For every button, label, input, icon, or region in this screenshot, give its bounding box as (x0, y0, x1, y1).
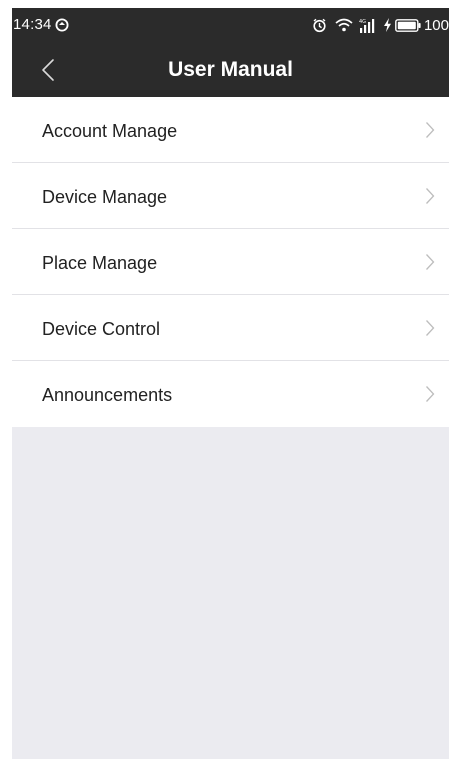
battery-percent: 100 (423, 16, 449, 34)
menu-item-label: Announcements (42, 385, 173, 405)
charging-icon (383, 18, 392, 32)
alarm-icon (312, 18, 327, 33)
manual-menu-list: Account Manage Device Manage Place Manag… (12, 97, 449, 427)
chevron-right-icon (426, 122, 435, 138)
battery-icon (395, 18, 421, 32)
app-screen: 14:34 4G 100 User Manual Account Manage … (12, 8, 449, 759)
menu-item-device-control[interactable]: Device Control (12, 295, 449, 361)
menu-item-announcements[interactable]: Announcements (12, 361, 449, 427)
page-title: User Manual (168, 58, 293, 81)
chevron-right-icon (426, 386, 435, 402)
menu-item-place-manage[interactable]: Place Manage (12, 229, 449, 295)
menu-item-label: Device Control (42, 319, 161, 339)
menu-item-label: Place Manage (42, 253, 158, 273)
menu-item-label: Account Manage (42, 121, 178, 141)
status-icons: 4G 100 (312, 16, 449, 34)
menu-item-device-manage[interactable]: Device Manage (12, 163, 449, 229)
chevron-right-icon (426, 188, 435, 204)
nav-bar: User Manual (12, 48, 449, 97)
menu-item-account-manage[interactable]: Account Manage (12, 97, 449, 163)
chevron-right-icon (426, 320, 435, 336)
header: 14:34 4G 100 User Manual (12, 8, 449, 97)
sync-icon (55, 18, 69, 32)
status-bar: 14:34 4G 100 (12, 8, 449, 44)
chevron-right-icon (426, 254, 435, 270)
wifi-icon (335, 18, 353, 32)
svg-text:4G: 4G (359, 19, 366, 25)
menu-item-label: Device Manage (42, 187, 168, 207)
signal-icon: 4G (359, 18, 379, 33)
status-time: 14:34 (13, 16, 52, 33)
